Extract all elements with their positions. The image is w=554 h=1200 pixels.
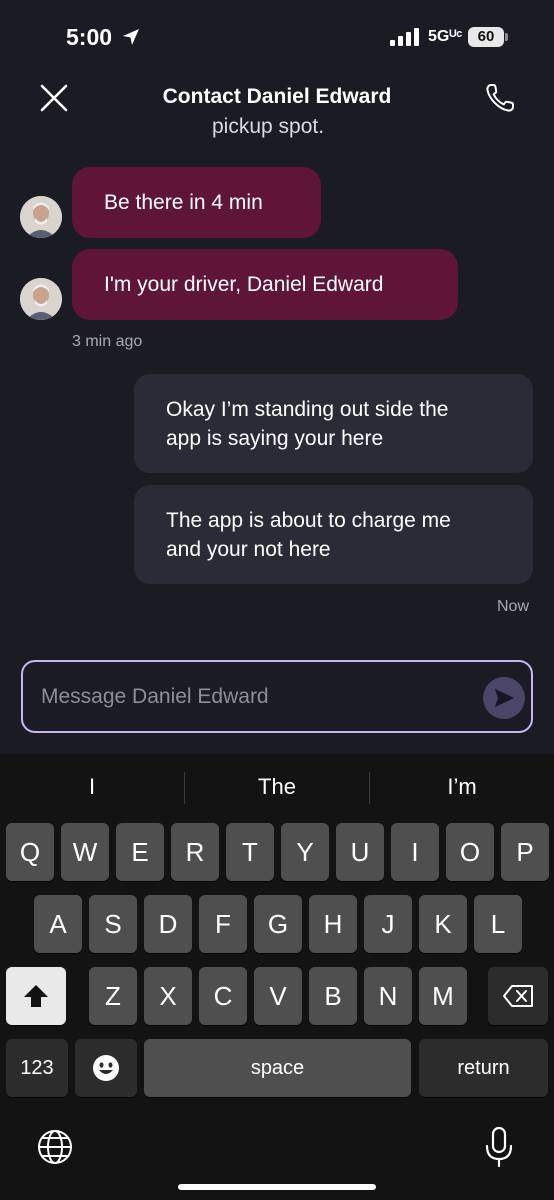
outgoing-message[interactable]: Okay I’m standing out side the app is sa… <box>134 374 533 473</box>
return-key[interactable]: return <box>419 1039 548 1097</box>
message-text-line: and your not here <box>166 538 331 561</box>
driver-avatar <box>20 196 62 238</box>
message-input[interactable] <box>41 682 461 712</box>
key-p[interactable]: P <box>501 823 549 881</box>
key-l[interactable]: L <box>474 895 522 953</box>
suggestion-item[interactable]: I <box>0 774 184 800</box>
predictive-bar: I The I’m <box>0 754 554 820</box>
emoji-icon <box>93 1055 119 1081</box>
key-a[interactable]: A <box>34 895 82 953</box>
status-time: 5:00 <box>66 24 113 50</box>
key-z[interactable]: Z <box>89 967 137 1025</box>
incoming-timestamp: 3 min ago <box>72 333 143 350</box>
header-title: Contact Daniel Edward <box>162 85 392 108</box>
outgoing-timestamp: Now <box>497 598 530 615</box>
signal-icon <box>390 28 419 46</box>
key-k[interactable]: K <box>419 895 467 953</box>
key-x[interactable]: X <box>144 967 192 1025</box>
key-y[interactable]: Y <box>281 823 329 881</box>
mic-icon[interactable] <box>484 1126 514 1168</box>
phone-icon[interactable] <box>482 80 518 116</box>
key-o[interactable]: O <box>446 823 494 881</box>
key-j[interactable]: J <box>364 895 412 953</box>
key-g[interactable]: G <box>254 895 302 953</box>
key-v[interactable]: V <box>254 967 302 1025</box>
outgoing-message[interactable]: The app is about to charge me and your n… <box>134 485 533 584</box>
message-composer[interactable] <box>21 660 533 733</box>
key-h[interactable]: H <box>309 895 357 953</box>
keyboard: I The I’m Q W E R T Y U I O P A S D F G … <box>0 754 554 1200</box>
key-u[interactable]: U <box>336 823 384 881</box>
key-m[interactable]: M <box>419 967 467 1025</box>
key-r[interactable]: R <box>171 823 219 881</box>
message-list[interactable]: pickup spot. Be there in 4 min I'm your … <box>0 115 554 635</box>
driver-avatar <box>20 278 62 320</box>
location-arrow-icon <box>123 29 139 45</box>
key-f[interactable]: F <box>199 895 247 953</box>
incoming-message[interactable]: Be there in 4 min <box>72 167 321 238</box>
battery-indicator: 60 <box>468 27 508 47</box>
incoming-message[interactable]: I'm your driver, Daniel Edward <box>72 249 458 320</box>
key-n[interactable]: N <box>364 967 412 1025</box>
key-t[interactable]: T <box>226 823 274 881</box>
message-text: I'm your driver, Daniel Edward <box>104 272 384 296</box>
shift-icon <box>24 985 48 1007</box>
home-indicator <box>178 1184 376 1190</box>
globe-icon[interactable] <box>36 1128 74 1166</box>
key-c[interactable]: C <box>199 967 247 1025</box>
key-s[interactable]: S <box>89 895 137 953</box>
partial-message: pickup spot. <box>212 115 325 138</box>
key-q[interactable]: Q <box>6 823 54 881</box>
message-text-line: The app is about to charge me <box>166 509 451 532</box>
send-icon <box>495 689 514 707</box>
send-button[interactable] <box>483 677 525 719</box>
driver-avatar-image <box>20 196 62 238</box>
suggestion-item[interactable]: The <box>185 774 369 800</box>
battery-level: 60 <box>477 28 495 45</box>
space-key[interactable]: space <box>144 1039 411 1097</box>
message-text: Be there in 4 min <box>104 190 263 214</box>
key-d[interactable]: D <box>144 895 192 953</box>
suggestion-item[interactable]: I’m <box>370 774 554 800</box>
driver-avatar-image <box>20 278 62 320</box>
key-b[interactable]: B <box>309 967 357 1025</box>
shift-key[interactable] <box>6 967 66 1025</box>
key-w[interactable]: W <box>61 823 109 881</box>
key-i[interactable]: I <box>391 823 439 881</box>
key-e[interactable]: E <box>116 823 164 881</box>
message-text-line: Okay I’m standing out side the <box>166 398 449 421</box>
network-label: 5Gᵁᶜ <box>428 28 463 45</box>
status-bar: 5:00 5Gᵁᶜ 60 <box>0 0 554 70</box>
message-text-line: app is saying your here <box>166 427 384 450</box>
numbers-key[interactable]: 123 <box>6 1039 68 1097</box>
backspace-key[interactable] <box>488 967 548 1025</box>
emoji-key[interactable] <box>75 1039 137 1097</box>
backspace-icon <box>503 985 533 1007</box>
